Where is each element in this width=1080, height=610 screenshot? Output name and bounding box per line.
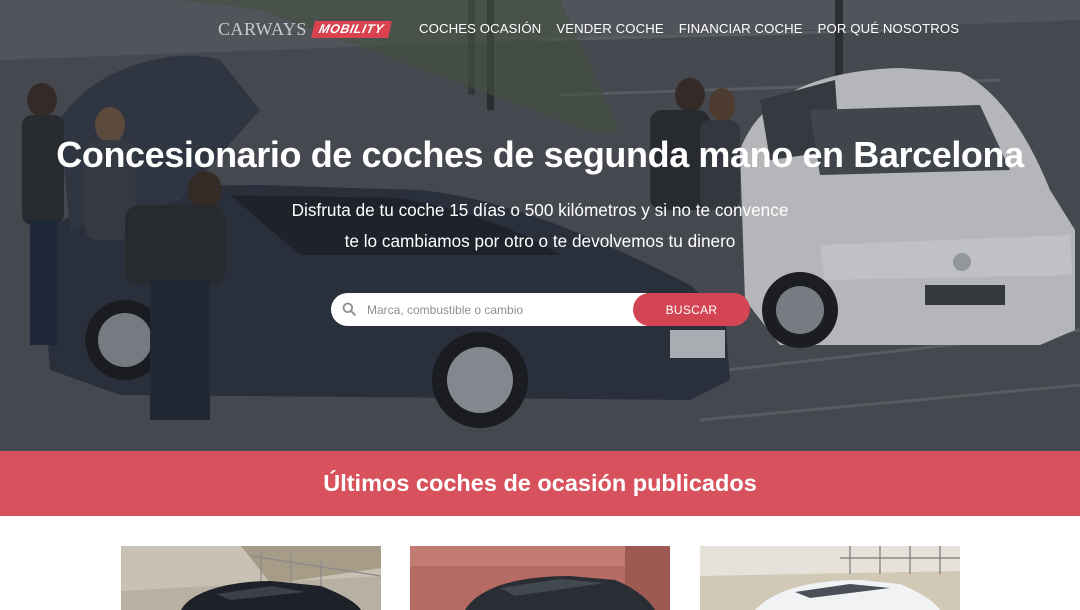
white-car-photo	[700, 546, 960, 610]
nav-link-coches-ocasion[interactable]: COCHES OCASIÓN	[419, 20, 541, 38]
hero-title: Concesionario de coches de segunda mano …	[56, 134, 1024, 175]
logo-badge: MOBILITY	[311, 20, 392, 38]
hero-subtitle-line-1: Disfruta de tu coche 15 días o 500 kilóm…	[291, 200, 789, 220]
nav-links: COCHES OCASIÓN VENDER COCHE FINANCIAR CO…	[419, 20, 959, 38]
search-field	[331, 293, 647, 326]
hero-section: CARWAYS MOBILITY COCHES OCASIÓN VENDER C…	[0, 0, 1080, 451]
hero-subtitle-line-2: te lo cambiamos por otro o te devolvemos…	[344, 231, 736, 251]
nav-link-por-que-nosotros[interactable]: POR QUÉ NOSOTROS	[818, 20, 960, 38]
hero-overlay	[0, 0, 1080, 451]
carways-logo[interactable]: CARWAYS MOBILITY	[218, 19, 392, 39]
nav-link-vender-coche[interactable]: VENDER COCHE	[556, 20, 663, 38]
search-icon	[342, 302, 356, 316]
latest-cars-grid	[0, 516, 1080, 610]
car-card-1[interactable]	[121, 546, 381, 610]
logo-wordmark: CARWAYS	[218, 19, 307, 39]
nav-link-financiar-coche[interactable]: FINANCIAR COCHE	[679, 20, 803, 38]
top-navigation: CARWAYS MOBILITY COCHES OCASIÓN VENDER C…	[0, 0, 1080, 58]
section-title: Últimos coches de ocasión publicados	[323, 470, 757, 496]
car-card-3[interactable]	[700, 546, 960, 610]
search-bar: BUSCAR	[331, 293, 750, 326]
search-button[interactable]: BUSCAR	[633, 293, 750, 326]
latest-cars-banner: Últimos coches de ocasión publicados	[0, 451, 1080, 516]
black-hatchback-photo	[121, 546, 381, 610]
car-card-2[interactable]	[410, 546, 670, 610]
search-input[interactable]	[367, 293, 645, 326]
dark-suv-photo	[410, 546, 670, 610]
